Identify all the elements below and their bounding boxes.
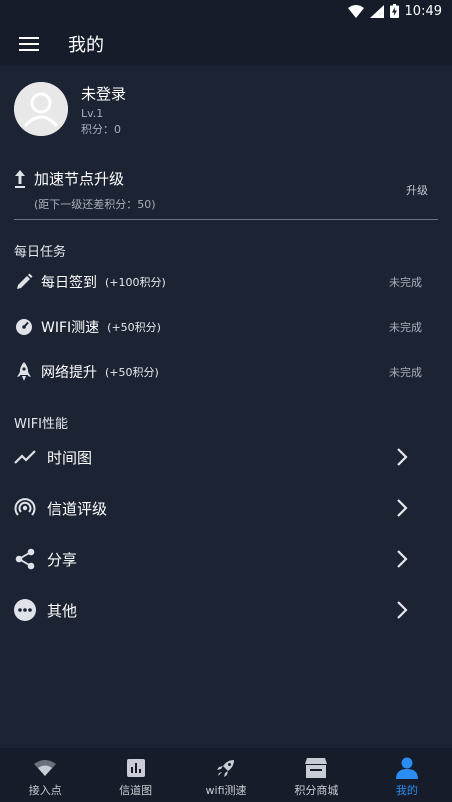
trending-chart-icon: [14, 446, 36, 468]
task-checkin[interactable]: 每日签到 (+100积分) 未完成: [14, 267, 438, 297]
battery-charging-icon: [389, 4, 399, 18]
nav-label: 积分商城: [294, 784, 339, 797]
perf-item-label: 其他: [47, 601, 78, 620]
pencil-icon: [14, 272, 34, 292]
wifi-icon: [33, 756, 57, 780]
perf-item-label: 时间图: [47, 448, 93, 467]
nav-tab-speed-test[interactable]: wifi测速: [181, 748, 271, 802]
node-upgrade-row[interactable]: 加速节点升级 (距下一级还差积分：50) 升级: [14, 168, 438, 220]
task-status: 未完成: [389, 366, 422, 379]
perf-item-other[interactable]: 其他: [14, 592, 438, 628]
bar-chart-icon: [124, 756, 148, 780]
signal-rings-icon: [14, 497, 36, 519]
perf-item-time-graph[interactable]: 时间图: [14, 439, 438, 475]
perf-item-label: 分享: [47, 550, 78, 569]
username: 未登录: [81, 85, 127, 103]
task-bonus: (+50积分): [107, 321, 161, 334]
default-avatar-icon: [14, 82, 68, 136]
user-level: Lv.1: [81, 107, 104, 120]
rocket-icon: [214, 756, 238, 780]
perf-item-channel-rating[interactable]: 信道评级: [14, 490, 438, 526]
app-bar: 我的: [0, 22, 452, 66]
chevron-right-icon: [397, 550, 408, 568]
page-title: 我的: [68, 35, 104, 56]
rocket-icon: [14, 362, 34, 382]
wifi-performance-heading: WIFI性能: [14, 417, 68, 432]
profile-card[interactable]: 未登录 Lv.1 积分：0: [14, 82, 126, 137]
chevron-right-icon: [397, 448, 408, 466]
task-status: 未完成: [389, 276, 422, 289]
wifi-signal-icon: [347, 4, 364, 18]
cell-signal-icon: [369, 4, 384, 18]
status-bar: 10:49: [0, 0, 452, 22]
task-bonus: (+50积分): [105, 366, 159, 379]
menu-button[interactable]: [16, 34, 42, 54]
nav-label: 我的: [395, 784, 418, 797]
hamburger-menu-icon: [19, 37, 39, 51]
task-name: 每日签到: [41, 275, 97, 291]
clock-time: 10:49: [404, 3, 442, 19]
perf-item-label: 信道评级: [47, 499, 108, 518]
chevron-right-icon: [397, 601, 408, 619]
upgrade-title: 加速节点升级: [34, 170, 125, 188]
task-bonus: (+100积分): [105, 276, 166, 289]
daily-tasks-heading: 每日任务: [14, 245, 67, 260]
nav-tab-points-store[interactable]: 积分商城: [271, 748, 361, 802]
speedometer-icon: [14, 317, 34, 337]
nav-label: 信道图: [119, 784, 153, 797]
task-network-boost[interactable]: 网络提升 (+50积分) 未完成: [14, 357, 438, 387]
store-icon: [304, 756, 328, 780]
bottom-navigation: 接入点 信道图 wifi测速 积分商城 我的: [0, 748, 452, 802]
nav-label: 接入点: [28, 784, 62, 797]
user-points: 积分：0: [81, 123, 121, 136]
nav-tab-access-points[interactable]: 接入点: [0, 748, 90, 802]
avatar[interactable]: [14, 82, 68, 136]
upgrade-button[interactable]: 升级: [406, 182, 428, 198]
task-name: 网络提升: [41, 365, 97, 381]
task-name: WIFI测速: [41, 320, 100, 336]
more-dots-icon: [14, 599, 36, 621]
upload-arrow-icon: [15, 170, 25, 188]
task-speedtest[interactable]: WIFI测速 (+50积分) 未完成: [14, 312, 438, 342]
nav-label: wifi测速: [205, 784, 247, 797]
share-icon: [14, 548, 36, 570]
nav-tab-me[interactable]: 我的: [362, 748, 452, 802]
nav-tab-channel-graph[interactable]: 信道图: [90, 748, 180, 802]
chevron-right-icon: [397, 499, 408, 517]
upgrade-subtitle: (距下一级还差积分：50): [34, 198, 156, 211]
person-icon: [395, 756, 419, 780]
task-status: 未完成: [389, 321, 422, 334]
perf-item-share[interactable]: 分享: [14, 541, 438, 577]
